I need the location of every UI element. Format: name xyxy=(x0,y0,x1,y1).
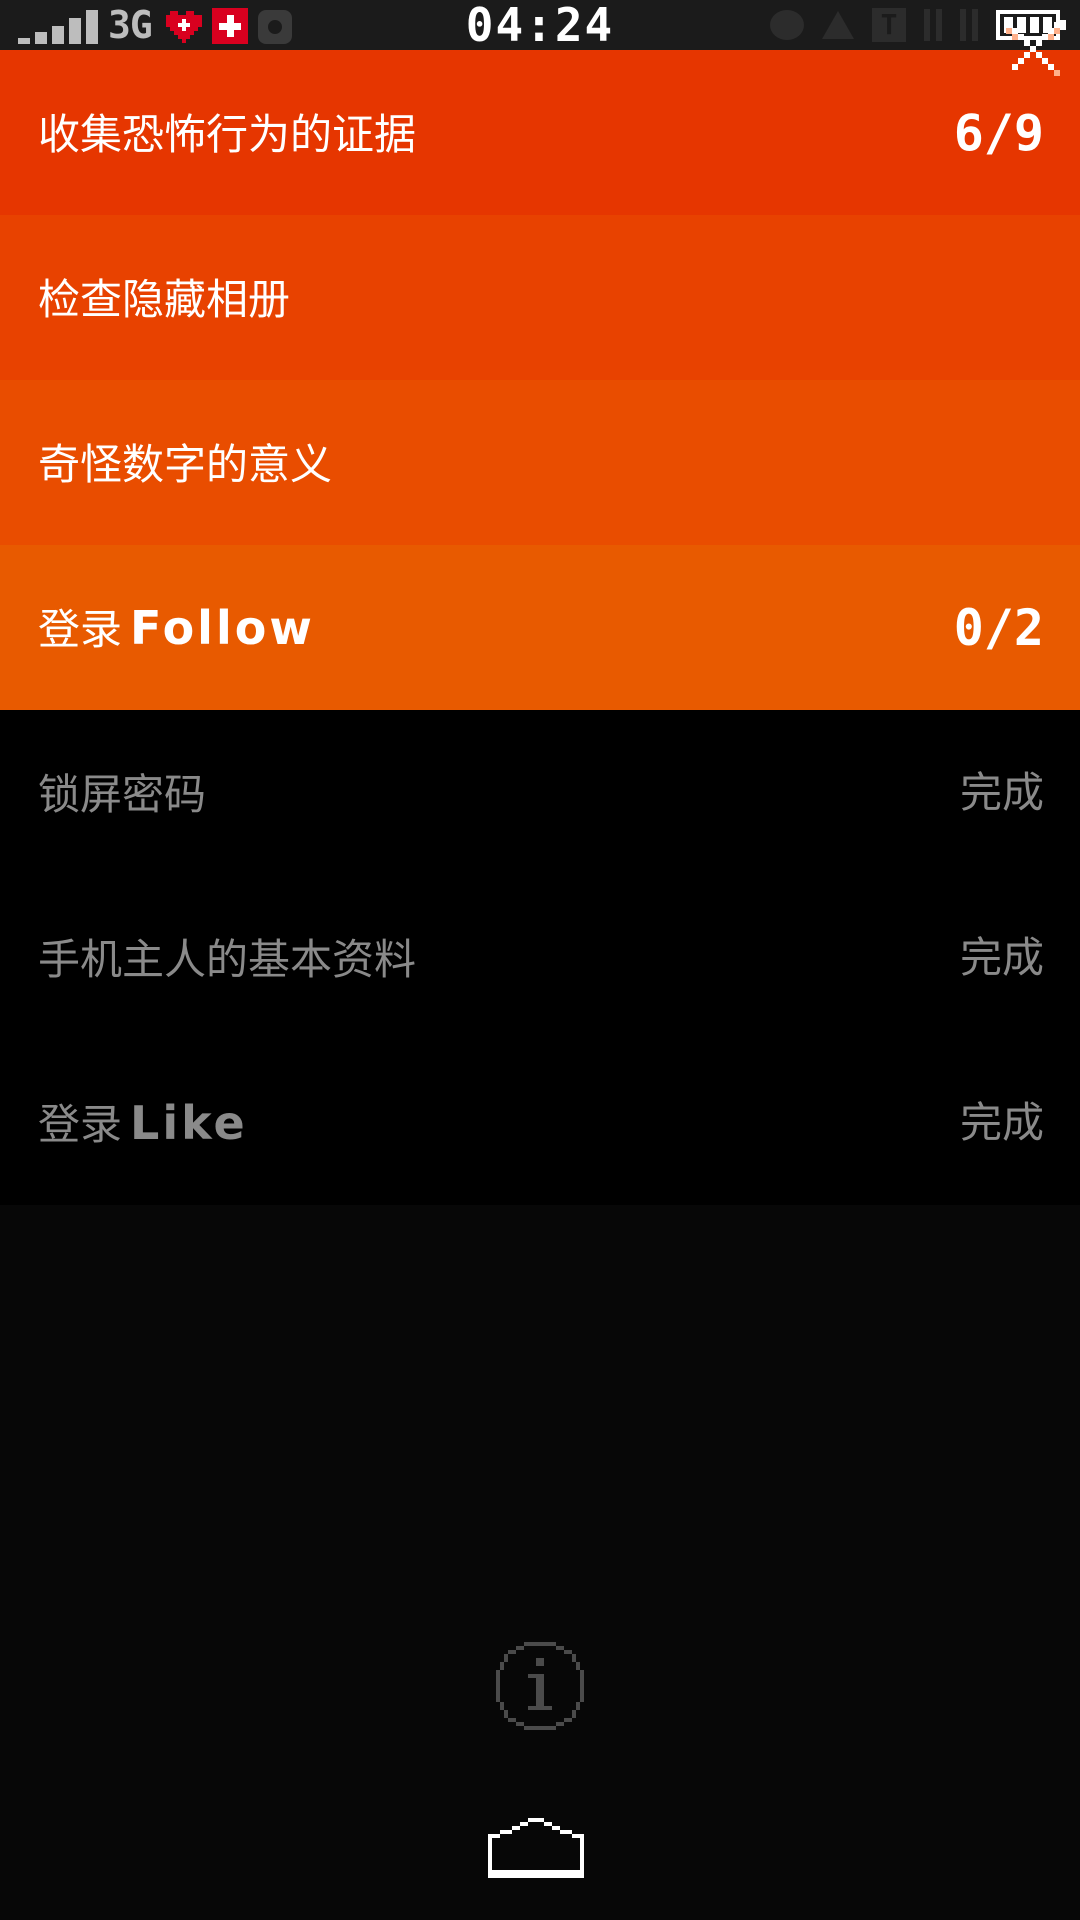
status-bar: 3G 04:24 T xyxy=(0,0,1080,50)
task-row[interactable]: 锁屏密码 完成 xyxy=(0,710,1080,875)
pause-icon xyxy=(924,9,942,41)
task-label: 锁屏密码 xyxy=(38,769,207,819)
task-row[interactable]: 奇怪数字的意义 xyxy=(0,380,1080,545)
task-row[interactable]: 收集恐怖行为的证据 6/9 xyxy=(0,50,1080,215)
notification-dot-icon xyxy=(770,10,804,40)
task-row[interactable]: 手机主人的基本资料 完成 xyxy=(0,875,1080,1040)
task-label: 奇怪数字的意义 xyxy=(38,439,333,489)
task-row[interactable]: 登录 Like 完成 xyxy=(0,1040,1080,1205)
task-progress: 0/2 xyxy=(953,598,1044,657)
task-label: 登录 Like xyxy=(38,1095,248,1150)
text-icon: T xyxy=(872,8,906,42)
task-row[interactable]: 登录 Follow 0/2 xyxy=(0,545,1080,710)
task-row[interactable]: 检查隐藏相册 xyxy=(0,215,1080,380)
task-label: 手机主人的基本资料 xyxy=(38,934,417,984)
task-progress: 6/9 xyxy=(953,103,1044,162)
info-icon[interactable] xyxy=(496,1642,584,1730)
pause-icon-secondary xyxy=(960,9,978,41)
home-icon[interactable] xyxy=(488,1818,584,1878)
alert-triangle-icon xyxy=(822,11,854,39)
task-label: 登录 Follow xyxy=(38,600,315,655)
task-status: 完成 xyxy=(959,767,1044,817)
task-label: 收集恐怖行为的证据 xyxy=(38,109,417,159)
task-list: 收集恐怖行为的证据 6/9 检查隐藏相册 奇怪数字的意义 登录 Follow 0/… xyxy=(0,50,1080,1205)
task-status: 完成 xyxy=(959,932,1044,982)
task-label: 检查隐藏相册 xyxy=(38,274,291,324)
task-status: 完成 xyxy=(959,1097,1044,1147)
empty-area xyxy=(0,1205,1080,1920)
close-icon[interactable] xyxy=(1006,22,1060,76)
